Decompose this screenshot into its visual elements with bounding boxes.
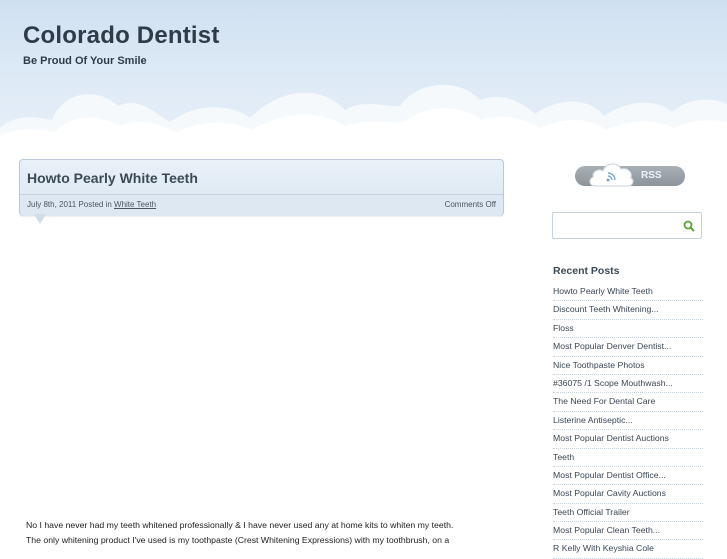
post-date-line: July 8th, 2011 Posted in White Teeth bbox=[27, 200, 156, 209]
post-body: No I have never had my teeth whitened pr… bbox=[26, 518, 496, 548]
post-body-line: No I have never had my teeth whitened pr… bbox=[26, 520, 454, 530]
recent-post-link[interactable]: Most Popular Clean Teeth... bbox=[553, 522, 703, 541]
recent-post-link[interactable]: Nice Toothpaste Photos bbox=[553, 357, 703, 375]
recent-post-link[interactable]: Teeth Official Trailer bbox=[553, 504, 703, 523]
post-body-line: The only whitening product I've used is … bbox=[26, 535, 450, 545]
recent-posts-list: Howto Pearly White Teeth Discount Teeth … bbox=[553, 283, 703, 559]
post-category-link[interactable]: White Teeth bbox=[114, 200, 156, 209]
recent-post-link[interactable]: R Kelly With Keyshia Cole bbox=[553, 540, 703, 559]
cloud-banner bbox=[0, 84, 727, 150]
recent-post-link[interactable]: The Need For Dental Care bbox=[553, 393, 703, 412]
recent-post-link[interactable]: Most Popular Denver Dentist... bbox=[553, 338, 703, 357]
recent-post-link[interactable]: Floss bbox=[553, 320, 703, 339]
post-title[interactable]: Howto Pearly White Teeth bbox=[27, 170, 198, 186]
recent-post-link[interactable]: #36075 /1 Scope Mouthwash... bbox=[553, 375, 703, 394]
post-meta: July 8th, 2011 Posted in White Teeth Com… bbox=[20, 194, 503, 216]
rss-label: RSS bbox=[641, 170, 662, 181]
recent-post-link[interactable]: Most Popular Dentist Office... bbox=[553, 467, 703, 486]
header-sky: Colorado Dentist Be Proud Of Your Smile bbox=[0, 0, 727, 150]
recent-post-link[interactable]: Discount Teeth Whitening... bbox=[553, 301, 703, 320]
speech-tail-decoration bbox=[34, 214, 46, 224]
recent-posts-heading: Recent Posts bbox=[553, 265, 620, 277]
post-date: July 8th, 2011 Posted in bbox=[27, 200, 115, 209]
search-input[interactable] bbox=[557, 218, 679, 235]
post-comments-status: Comments Off bbox=[444, 200, 496, 209]
search-icon[interactable] bbox=[683, 220, 695, 232]
rss-cloud-icon bbox=[589, 163, 634, 187]
rss-button[interactable]: RSS bbox=[575, 160, 687, 192]
site-title[interactable]: Colorado Dentist bbox=[23, 22, 220, 50]
recent-post-link[interactable]: Howto Pearly White Teeth bbox=[553, 283, 703, 302]
recent-post-link[interactable]: Teeth bbox=[553, 449, 703, 467]
search-box bbox=[552, 212, 702, 239]
post-header: Howto Pearly White Teeth July 8th, 2011 … bbox=[19, 159, 504, 216]
recent-post-link[interactable]: Most Popular Cavity Auctions bbox=[553, 485, 703, 504]
recent-post-link[interactable]: Listerine Antiseptic... bbox=[553, 412, 703, 431]
recent-post-link[interactable]: Most Popular Dentist Auctions bbox=[553, 430, 703, 449]
site-tagline: Be Proud Of Your Smile bbox=[23, 55, 147, 67]
